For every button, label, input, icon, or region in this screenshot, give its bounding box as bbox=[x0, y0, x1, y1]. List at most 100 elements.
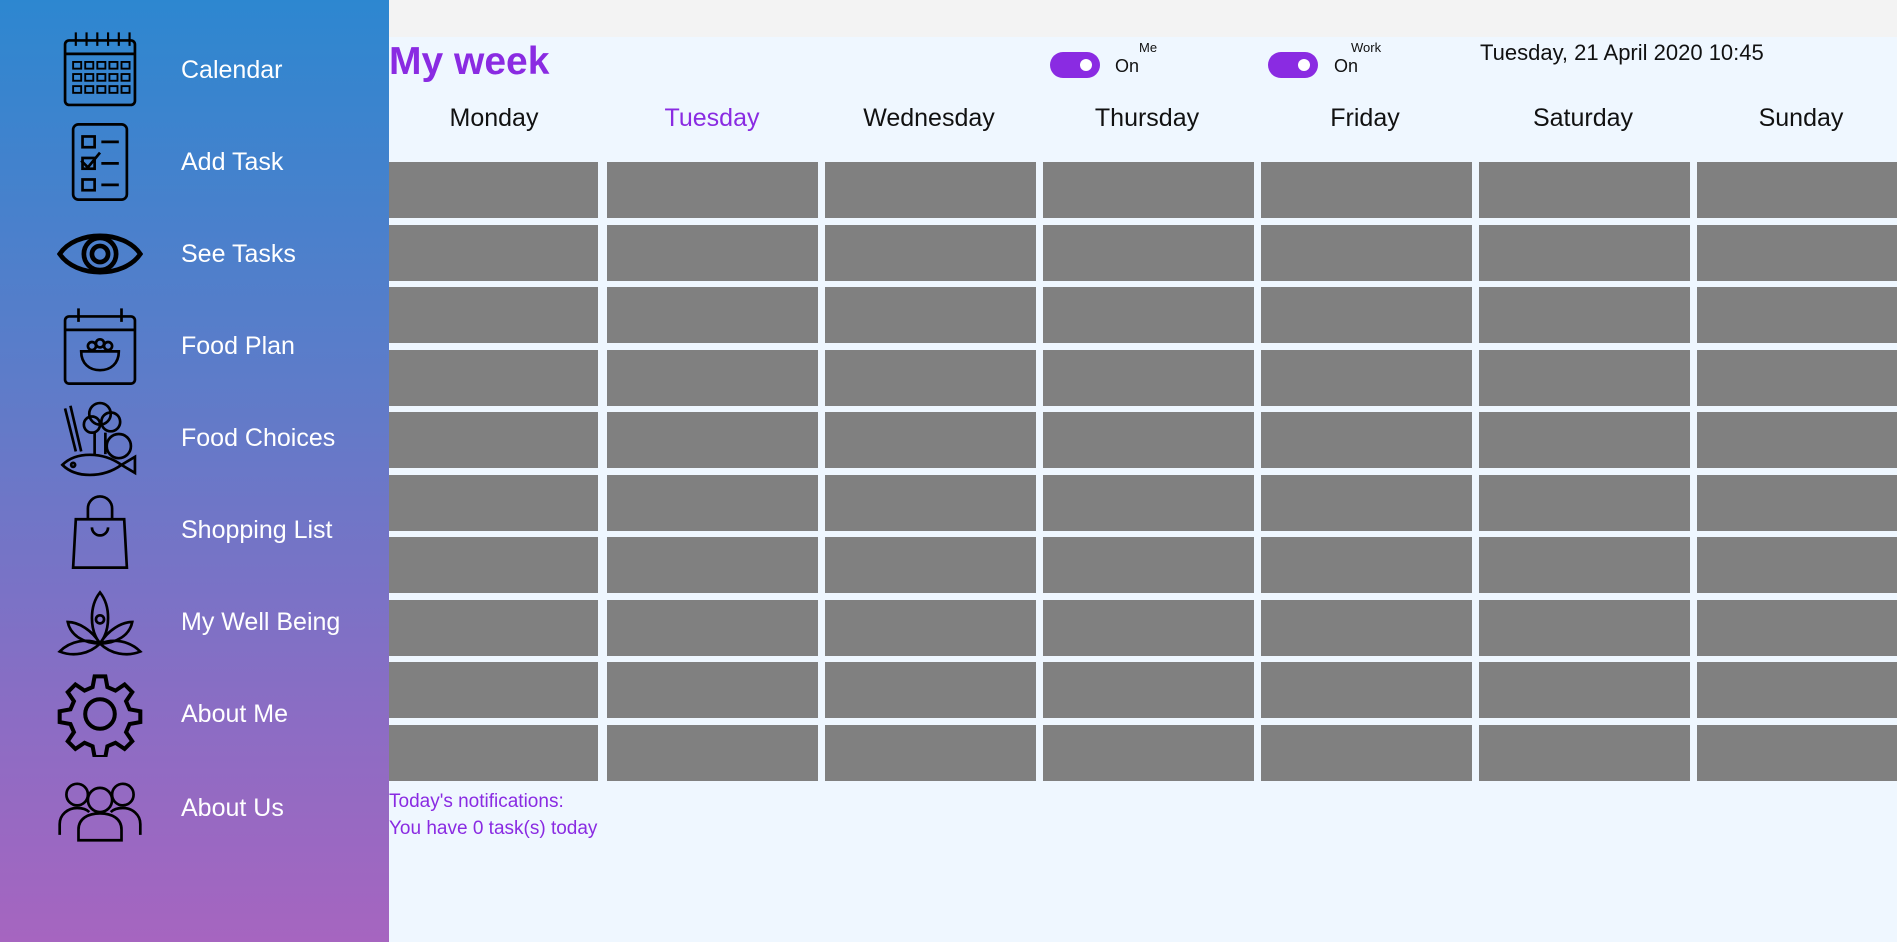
schedule-cell-friday[interactable] bbox=[1261, 287, 1472, 343]
schedule-cell-sunday[interactable] bbox=[1697, 537, 1897, 593]
schedule-cell-wednesday[interactable] bbox=[825, 350, 1036, 406]
schedule-cell-sunday[interactable] bbox=[1697, 725, 1897, 781]
schedule-cell-friday[interactable] bbox=[1261, 350, 1472, 406]
sidebar-item-label: About Us bbox=[181, 794, 284, 822]
schedule-cell-saturday[interactable] bbox=[1479, 162, 1690, 218]
sidebar-item-food-choices[interactable]: Food Choices bbox=[0, 392, 389, 484]
schedule-cell-thursday[interactable] bbox=[1043, 725, 1254, 781]
sidebar-item-about-us[interactable]: About Us bbox=[0, 762, 389, 854]
toggle-work-switch[interactable] bbox=[1268, 52, 1318, 78]
schedule-cell-saturday[interactable] bbox=[1479, 412, 1690, 468]
schedule-cell-friday[interactable] bbox=[1261, 225, 1472, 281]
schedule-cell-wednesday[interactable] bbox=[825, 662, 1036, 718]
schedule-cell-saturday[interactable] bbox=[1479, 725, 1690, 781]
schedule-cell-thursday[interactable] bbox=[1043, 662, 1254, 718]
schedule-cell-friday[interactable] bbox=[1261, 162, 1472, 218]
schedule-cell-friday[interactable] bbox=[1261, 725, 1472, 781]
sidebar-item-calendar[interactable]: Calendar bbox=[0, 24, 389, 116]
sidebar-item-label: Food Choices bbox=[181, 424, 336, 452]
sidebar-item-shopping-list[interactable]: Shopping List bbox=[0, 484, 389, 576]
schedule-cell-wednesday[interactable] bbox=[825, 725, 1036, 781]
schedule-cell-sunday[interactable] bbox=[1697, 475, 1897, 531]
schedule-cell-monday[interactable] bbox=[389, 725, 598, 781]
schedule-cell-monday[interactable] bbox=[389, 475, 598, 531]
title-bar bbox=[389, 0, 1897, 37]
schedule-cell-monday[interactable] bbox=[389, 537, 598, 593]
schedule-cell-sunday[interactable] bbox=[1697, 600, 1897, 656]
schedule-cell-monday[interactable] bbox=[389, 600, 598, 656]
schedule-cell-monday[interactable] bbox=[389, 350, 598, 406]
schedule-cell-monday[interactable] bbox=[389, 412, 598, 468]
schedule-cell-wednesday[interactable] bbox=[825, 600, 1036, 656]
schedule-cell-thursday[interactable] bbox=[1043, 537, 1254, 593]
sidebar-item-see-tasks[interactable]: See Tasks bbox=[0, 208, 389, 300]
sidebar-item-about-me[interactable]: About Me bbox=[0, 668, 389, 760]
sidebar-item-label: Calendar bbox=[181, 56, 283, 84]
vegetables-fish-icon bbox=[55, 394, 145, 482]
notifications-heading: Today's notifications: bbox=[389, 791, 564, 812]
day-header-wednesday: Wednesday bbox=[863, 104, 995, 132]
toggle-knob bbox=[1080, 59, 1092, 71]
schedule-cell-wednesday[interactable] bbox=[825, 412, 1036, 468]
schedule-cell-thursday[interactable] bbox=[1043, 350, 1254, 406]
schedule-cell-monday[interactable] bbox=[389, 662, 598, 718]
schedule-cell-tuesday[interactable] bbox=[607, 350, 818, 406]
schedule-cell-saturday[interactable] bbox=[1479, 225, 1690, 281]
schedule-cell-tuesday[interactable] bbox=[607, 475, 818, 531]
schedule-cell-tuesday[interactable] bbox=[607, 287, 818, 343]
schedule-cell-wednesday[interactable] bbox=[825, 537, 1036, 593]
schedule-cell-monday[interactable] bbox=[389, 225, 598, 281]
toggle-me-switch[interactable] bbox=[1050, 52, 1100, 78]
schedule-cell-sunday[interactable] bbox=[1697, 412, 1897, 468]
schedule-cell-saturday[interactable] bbox=[1479, 600, 1690, 656]
schedule-cell-friday[interactable] bbox=[1261, 662, 1472, 718]
schedule-cell-tuesday[interactable] bbox=[607, 537, 818, 593]
schedule-cell-saturday[interactable] bbox=[1479, 662, 1690, 718]
sidebar-item-label: About Me bbox=[181, 700, 289, 728]
schedule-cell-tuesday[interactable] bbox=[607, 412, 818, 468]
schedule-cell-wednesday[interactable] bbox=[825, 475, 1036, 531]
toggle-me: Me On bbox=[1050, 38, 1170, 88]
schedule-cell-sunday[interactable] bbox=[1697, 662, 1897, 718]
schedule-cell-tuesday[interactable] bbox=[607, 162, 818, 218]
schedule-cell-friday[interactable] bbox=[1261, 600, 1472, 656]
day-header-friday: Friday bbox=[1330, 104, 1400, 132]
schedule-cell-wednesday[interactable] bbox=[825, 225, 1036, 281]
schedule-cell-thursday[interactable] bbox=[1043, 287, 1254, 343]
calendar-icon bbox=[55, 26, 145, 114]
schedule-cell-thursday[interactable] bbox=[1043, 162, 1254, 218]
toggle-work: Work On bbox=[1268, 38, 1398, 88]
schedule-cell-saturday[interactable] bbox=[1479, 537, 1690, 593]
schedule-cell-sunday[interactable] bbox=[1697, 162, 1897, 218]
sidebar-item-my-well-being[interactable]: My Well Being bbox=[0, 576, 389, 668]
schedule-cell-tuesday[interactable] bbox=[607, 662, 818, 718]
group-icon bbox=[55, 764, 145, 852]
schedule-cell-monday[interactable] bbox=[389, 162, 598, 218]
gear-icon bbox=[55, 670, 145, 758]
schedule-cell-saturday[interactable] bbox=[1479, 475, 1690, 531]
day-header-saturday: Saturday bbox=[1532, 104, 1634, 132]
sidebar-item-food-plan[interactable]: Food Plan bbox=[0, 300, 389, 392]
sidebar-item-label: Shopping List bbox=[181, 516, 333, 544]
schedule-cell-thursday[interactable] bbox=[1043, 412, 1254, 468]
schedule-cell-friday[interactable] bbox=[1261, 537, 1472, 593]
schedule-cell-monday[interactable] bbox=[389, 287, 598, 343]
schedule-cell-tuesday[interactable] bbox=[607, 225, 818, 281]
toggle-work-header: Work bbox=[1351, 40, 1382, 55]
schedule-cell-thursday[interactable] bbox=[1043, 600, 1254, 656]
schedule-cell-saturday[interactable] bbox=[1479, 350, 1690, 406]
schedule-cell-thursday[interactable] bbox=[1043, 225, 1254, 281]
schedule-cell-friday[interactable] bbox=[1261, 475, 1472, 531]
schedule-cell-sunday[interactable] bbox=[1697, 287, 1897, 343]
schedule-cell-tuesday[interactable] bbox=[607, 600, 818, 656]
schedule-cell-sunday[interactable] bbox=[1697, 225, 1897, 281]
schedule-cell-sunday[interactable] bbox=[1697, 350, 1897, 406]
schedule-cell-thursday[interactable] bbox=[1043, 475, 1254, 531]
schedule-cell-friday[interactable] bbox=[1261, 412, 1472, 468]
sidebar-item-add-task[interactable]: Add Task bbox=[0, 116, 389, 208]
schedule-cell-tuesday[interactable] bbox=[607, 725, 818, 781]
schedule-cell-wednesday[interactable] bbox=[825, 287, 1036, 343]
eye-icon bbox=[55, 210, 145, 298]
schedule-cell-saturday[interactable] bbox=[1479, 287, 1690, 343]
schedule-cell-wednesday[interactable] bbox=[825, 162, 1036, 218]
